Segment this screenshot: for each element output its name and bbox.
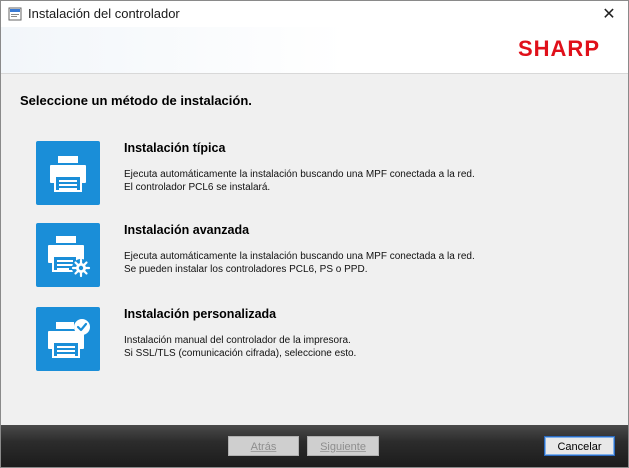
close-icon[interactable]: ✕ [590,1,628,27]
printer-check-icon[interactable] [36,307,100,371]
option-desc-line: El controlador PCL6 se instalará. [124,182,271,193]
option-desc-line: Ejecuta automáticamente la instalación b… [124,251,475,262]
printer-icon[interactable] [36,141,100,205]
title-bar: Instalación del controlador ✕ [1,1,628,27]
installer-app-icon [8,7,22,21]
header-banner: SHARP [1,27,628,74]
installer-window: Instalación del controlador ✕ SHARP Sele… [0,0,629,468]
cancel-button[interactable]: Cancelar [544,436,615,456]
page-heading: Seleccione un método de instalación. [20,93,252,108]
printer-gear-icon[interactable] [36,223,100,287]
back-button[interactable]: Atrás [228,436,299,456]
option-title: Instalación personalizada [124,307,277,321]
option-advanced-install[interactable]: Instalación avanzada Ejecuta automáticam… [36,223,596,289]
option-desc-line: Instalación manual del controlador de la… [124,335,351,346]
button-bar: Atrás Siguiente Cancelar [1,425,628,467]
option-desc-line: Si SSL/TLS (comunicación cifrada), selec… [124,348,357,359]
option-description: Ejecuta automáticamente la instalación b… [124,168,475,194]
next-button[interactable]: Siguiente [307,436,379,456]
option-title: Instalación típica [124,141,226,155]
option-title: Instalación avanzada [124,223,250,237]
option-description: Instalación manual del controlador de la… [124,334,356,360]
window-title: Instalación del controlador [28,6,180,21]
option-desc-line: Se pueden instalar los controladores PCL… [124,264,368,275]
option-description: Ejecuta automáticamente la instalación b… [124,250,475,276]
option-typical-install[interactable]: Instalación típica Ejecuta automáticamen… [36,141,596,207]
option-custom-install[interactable]: Instalación personalizada Instalación ma… [36,307,596,373]
option-desc-line: Ejecuta automáticamente la instalación b… [124,169,475,180]
sharp-logo: SHARP [517,36,600,61]
